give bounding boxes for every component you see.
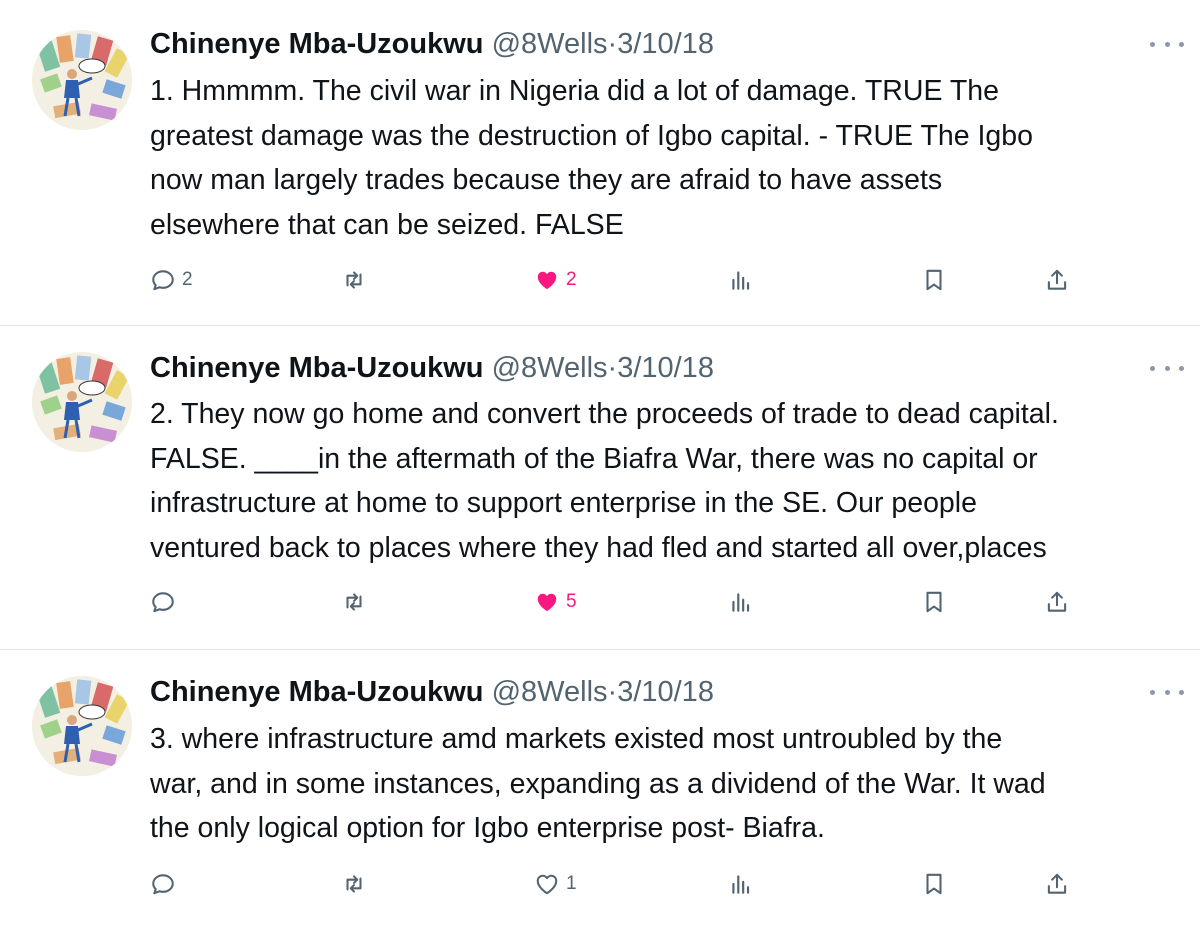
retweet-icon (346, 271, 362, 289)
tweet-actions: 5 (0, 582, 1200, 622)
separator-dot: · (607, 676, 618, 708)
more-icon (1150, 365, 1155, 371)
retweet-icon (346, 593, 362, 611)
views-button[interactable] (728, 582, 754, 622)
author-name[interactable]: Chinenye Mba-Uzoukwu (150, 28, 484, 60)
tweet-text: 1. Hmmmm. The civil war in Nigeria did a… (150, 75, 1033, 241)
bookmark-icon (926, 269, 942, 291)
author-name[interactable]: Chinenye Mba-Uzoukwu (150, 352, 484, 384)
bookmark-icon (926, 873, 942, 895)
like-count: 2 (566, 269, 577, 290)
retweet-button[interactable] (341, 864, 373, 904)
author-name[interactable]: Chinenye Mba-Uzoukwu (150, 676, 484, 708)
tweet-date[interactable]: 3/10/18 (617, 352, 714, 384)
reply-count: 2 (182, 269, 193, 290)
tweet-actions: 1 (0, 864, 1200, 904)
reply-button[interactable] (150, 864, 182, 904)
tweet-date[interactable]: 3/10/18 (617, 676, 714, 708)
reply-icon (152, 874, 174, 895)
author-handle[interactable]: @8Wells (492, 28, 608, 60)
tweet-feed: Chinenye Mba-Uzoukwu @8Wells·3/10/18 1. … (0, 0, 1200, 926)
more-options-button[interactable] (1150, 34, 1184, 54)
like-button[interactable]: 2 (534, 260, 577, 300)
more-options-button[interactable] (1150, 682, 1184, 702)
more-options-button[interactable] (1150, 358, 1184, 378)
avatar-illustration (32, 352, 132, 452)
tweet-header: Chinenye Mba-Uzoukwu @8Wells·3/10/18 (150, 672, 714, 712)
reply-icon (152, 270, 174, 291)
tweet-header: Chinenye Mba-Uzoukwu @8Wells·3/10/18 (150, 348, 714, 388)
avatar[interactable] (32, 352, 132, 452)
author-handle[interactable]: @8Wells (492, 352, 608, 384)
share-icon (1047, 873, 1067, 894)
avatar-illustration (32, 676, 132, 776)
views-button[interactable] (728, 260, 754, 300)
heart-icon (536, 874, 558, 895)
bookmark-button[interactable] (921, 582, 947, 622)
separator-dot: · (607, 352, 618, 384)
bookmark-button[interactable] (921, 260, 947, 300)
bookmark-button[interactable] (921, 864, 947, 904)
heart-icon (537, 593, 557, 612)
views-icon (732, 875, 750, 894)
like-count: 5 (566, 591, 577, 612)
share-button[interactable] (1044, 582, 1070, 622)
tweet-divider (0, 325, 1200, 326)
like-button[interactable]: 5 (534, 582, 577, 622)
separator-dot: · (607, 28, 618, 60)
like-button[interactable]: 1 (534, 864, 577, 904)
more-icon (1150, 41, 1155, 47)
avatar[interactable] (32, 676, 132, 776)
reply-button[interactable] (150, 582, 182, 622)
tweet-date[interactable]: 3/10/18 (617, 28, 714, 60)
retweet-icon (346, 875, 362, 893)
bookmark-icon (926, 591, 942, 613)
more-icon (1150, 689, 1155, 695)
reply-button[interactable]: 2 (150, 260, 193, 300)
share-button[interactable] (1044, 864, 1070, 904)
tweet-header: Chinenye Mba-Uzoukwu @8Wells·3/10/18 (150, 24, 714, 64)
avatar[interactable] (32, 30, 132, 130)
retweet-button[interactable] (341, 582, 373, 622)
heart-icon (537, 271, 557, 290)
tweet-actions: 2 2 (0, 260, 1200, 300)
views-icon (732, 271, 750, 290)
author-handle[interactable]: @8Wells (492, 676, 608, 708)
views-icon (732, 593, 750, 612)
views-button[interactable] (728, 864, 754, 904)
share-icon (1047, 269, 1067, 290)
tweet-divider (0, 649, 1200, 650)
like-count: 1 (566, 873, 577, 894)
share-button[interactable] (1044, 260, 1070, 300)
avatar-illustration (32, 30, 132, 130)
retweet-button[interactable] (341, 260, 373, 300)
share-icon (1047, 591, 1067, 612)
tweet-text: 3. where infrastructure amd markets exis… (150, 723, 1046, 844)
tweet-text: 2. They now go home and convert the proc… (150, 398, 1059, 564)
reply-icon (152, 592, 174, 613)
